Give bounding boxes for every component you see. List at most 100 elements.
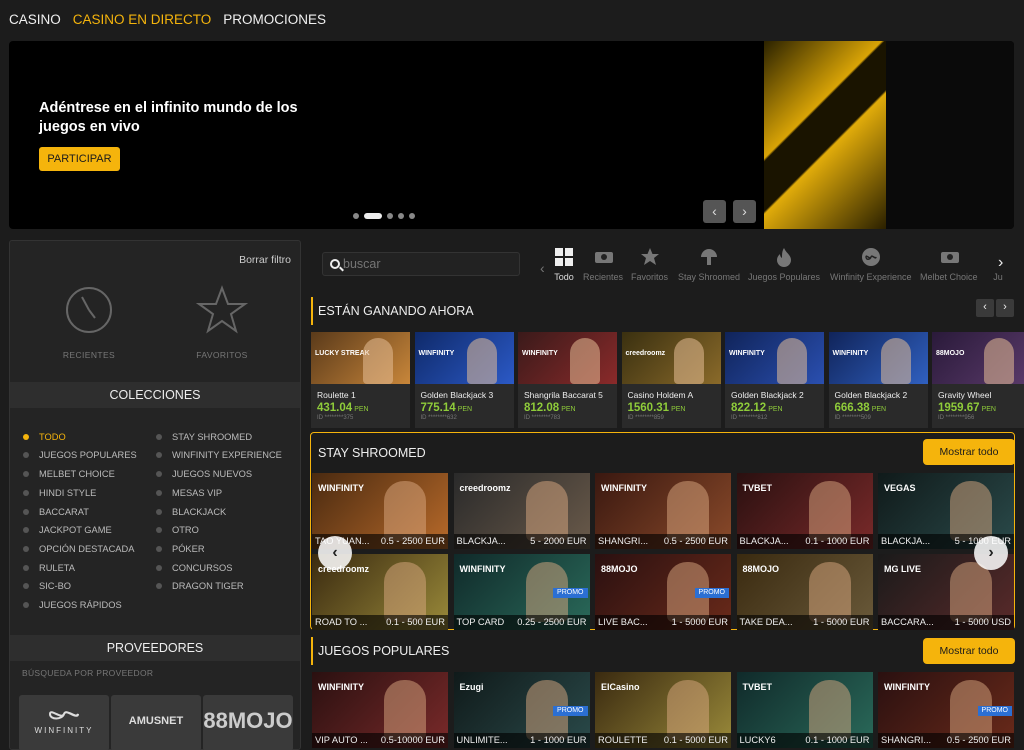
winner-card[interactable]: WINFINITY Golden Blackjack 2 666.38 PEN ID *… bbox=[828, 332, 928, 428]
collection-item[interactable]: STAY SHROOMED bbox=[156, 430, 282, 444]
tab-melbet-choice[interactable]: Melbet Choice bbox=[920, 246, 978, 282]
winner-card[interactable]: WINFINITY Golden Blackjack 2 822.12 PEN ID *… bbox=[725, 332, 824, 428]
game-card[interactable]: WINFINITY VIP AUTO ... 0.5-10000 EUR bbox=[312, 672, 448, 748]
game-card[interactable]: TVBET LUCKY6 0.1 - 1000 EUR bbox=[736, 672, 873, 748]
promo-badge: PROMO bbox=[977, 706, 1012, 716]
game-bet-range: 0.25 - 2500 EUR bbox=[517, 617, 587, 627]
winners-next-button[interactable]: › bbox=[996, 299, 1014, 317]
carousel-dot[interactable] bbox=[409, 213, 415, 219]
stay-show-all-button[interactable]: Mostrar todo bbox=[923, 439, 1015, 465]
star-icon bbox=[640, 247, 660, 267]
winner-card[interactable]: creedroomz Casino Holdem A 1560.31 PEN ID **… bbox=[621, 332, 721, 428]
search-input[interactable] bbox=[343, 256, 513, 272]
carousel-dot[interactable] bbox=[398, 213, 404, 219]
game-label: UNLIMITE... 1 - 1000 EUR bbox=[453, 733, 590, 748]
collections-list-right: STAY SHROOMED WINFINITY EXPERIENCE JUEGO… bbox=[156, 430, 282, 593]
tab-recent[interactable]: Recientes bbox=[583, 246, 623, 282]
dealer-image bbox=[808, 680, 851, 740]
game-name: BACCARA... bbox=[881, 617, 934, 627]
stay-prev-button[interactable]: ‹ bbox=[318, 536, 352, 570]
tab-stay-shroomed[interactable]: Stay Shroomed bbox=[678, 246, 740, 282]
collection-item[interactable]: JACKPOT GAME bbox=[23, 523, 137, 537]
game-card[interactable]: TVBET BLACKJA... 0.1 - 1000 EUR bbox=[736, 473, 873, 549]
game-card[interactable]: WINFINITY PROMO SHANGRI... 0.5 - 2500 EUR bbox=[878, 672, 1014, 748]
dealer-image bbox=[384, 481, 426, 541]
collection-item[interactable]: BACCARAT bbox=[23, 505, 137, 519]
nav-live-casino[interactable]: CASINO EN DIRECTO bbox=[73, 12, 212, 27]
winner-card[interactable]: WINFINITY Shangrila Baccarat 5 812.08 PEN ID… bbox=[518, 332, 617, 428]
promo-badge: PROMO bbox=[694, 588, 729, 598]
game-card[interactable]: Ezugi PROMO UNLIMITE... 1 - 1000 EUR bbox=[453, 672, 590, 748]
provider-amusnet[interactable]: AMUSNET bbox=[111, 695, 201, 750]
collection-item[interactable]: MESAS VIP bbox=[156, 486, 282, 500]
winner-thumbnail: WINFINITY bbox=[518, 332, 617, 384]
collection-item[interactable]: JUEGOS POPULARES bbox=[23, 449, 137, 463]
collection-item[interactable]: SIC-BO bbox=[23, 580, 137, 594]
collection-item[interactable]: DRAGON TIGER bbox=[156, 580, 282, 594]
provider-logo: creedroomz bbox=[459, 483, 511, 493]
carousel-dot[interactable] bbox=[387, 213, 393, 219]
hero-prev-button[interactable]: ‹ bbox=[703, 200, 726, 223]
game-bet-range: 0.5-10000 EUR bbox=[380, 735, 445, 745]
dealer-image bbox=[667, 680, 709, 740]
tab-popular[interactable]: Juegos Populares bbox=[748, 246, 820, 282]
collection-item[interactable]: RULETA bbox=[23, 561, 137, 575]
tab-all[interactable]: Todo bbox=[554, 246, 574, 282]
hero-next-button[interactable]: › bbox=[733, 200, 756, 223]
collection-item[interactable]: CONCURSOS bbox=[156, 561, 282, 575]
winner-amount: 666.38 PEN bbox=[834, 402, 887, 414]
game-card[interactable]: 88MOJO TAKE DEA... 1 - 5000 EUR bbox=[736, 554, 873, 630]
collection-item[interactable]: JUEGOS RÁPIDOS bbox=[23, 598, 137, 612]
collection-item[interactable]: MELBET CHOICE bbox=[23, 467, 137, 481]
stay-next-button[interactable]: › bbox=[974, 536, 1008, 570]
provider-logo: WINFINITY bbox=[601, 483, 647, 493]
provider-search[interactable]: BÚSQUEDA POR PROVEEDOR bbox=[22, 668, 153, 678]
carousel-dot[interactable] bbox=[364, 213, 382, 219]
collection-item[interactable]: WINFINITY EXPERIENCE bbox=[156, 449, 282, 463]
winner-card[interactable]: 88MOJO Gravity Wheel 1959.67 PEN ID ********… bbox=[932, 332, 1024, 428]
tab-favorites[interactable]: Favoritos bbox=[631, 246, 668, 282]
winner-card[interactable]: WINFINITY Golden Blackjack 3 775.14 PEN ID *… bbox=[414, 332, 514, 428]
categories-next-arrow[interactable]: › bbox=[998, 254, 1003, 272]
casino-chip-icon bbox=[939, 247, 959, 267]
winner-thumbnail: WINFINITY bbox=[828, 332, 928, 384]
carousel-dot[interactable] bbox=[353, 213, 359, 219]
winner-thumbnail: 88MOJO bbox=[932, 332, 1024, 384]
provider-logo: TVBET bbox=[742, 483, 773, 493]
winner-brand: LUCKY STREAK bbox=[315, 350, 370, 357]
winners-title: ESTÁN GANANDO AHORA bbox=[318, 304, 474, 318]
clear-filter-link[interactable]: Borrar filtro bbox=[239, 254, 291, 266]
categories-prev-arrow[interactable]: ‹ bbox=[540, 260, 545, 276]
tab-winfinity[interactable]: Winfinity Experience bbox=[830, 246, 912, 282]
game-card[interactable]: 88MOJO PROMO LIVE BAC... 1 - 5000 EUR bbox=[595, 554, 731, 630]
provider-logo: 88MOJO bbox=[601, 564, 638, 574]
favorites-filter[interactable]: FAVORITOS bbox=[172, 285, 272, 360]
popular-show-all-button[interactable]: Mostrar todo bbox=[923, 638, 1015, 664]
winner-amount: 822.12 PEN bbox=[731, 402, 783, 414]
nav-promotions[interactable]: PROMOCIONES bbox=[223, 12, 326, 27]
collection-item[interactable]: BLACKJACK bbox=[156, 505, 282, 519]
game-label: TAKE DEA... 1 - 5000 EUR bbox=[736, 615, 873, 630]
game-card[interactable]: WINFINITY SHANGRI... 0.5 - 2500 EUR bbox=[595, 473, 731, 549]
collection-item[interactable]: HINDI STYLE bbox=[23, 486, 137, 500]
collection-item[interactable]: PÓKER bbox=[156, 542, 282, 556]
provider-88mojo[interactable]: 88MOJO bbox=[203, 695, 293, 750]
winner-thumbnail: creedroomz bbox=[621, 332, 721, 384]
winners-prev-button[interactable]: ‹ bbox=[976, 299, 994, 317]
collection-item[interactable]: JUEGOS NUEVOS bbox=[156, 467, 282, 481]
game-label: ROAD TO ... 0.1 - 500 EUR bbox=[312, 615, 448, 630]
provider-winfinity[interactable]: WINFINITY bbox=[19, 695, 109, 750]
winner-card[interactable]: LUCKY STREAK Roulette 1 431.04 PEN ID ******… bbox=[311, 332, 410, 428]
nav-casino[interactable]: CASINO bbox=[9, 12, 61, 27]
game-card[interactable]: creedroomz BLACKJA... 5 - 2000 EUR bbox=[453, 473, 590, 549]
collection-item[interactable]: OPCIÓN DESTACADA bbox=[23, 542, 137, 556]
dealer-image bbox=[808, 481, 851, 541]
game-card[interactable]: WINFINITY PROMO TOP CARD 0.25 - 2500 EUR bbox=[453, 554, 590, 630]
collection-item[interactable]: TODO bbox=[23, 430, 137, 444]
recent-filter[interactable]: RECIENTES bbox=[39, 285, 139, 360]
game-card[interactable]: ElCasino ROULETTE 0.1 - 5000 EUR bbox=[595, 672, 731, 748]
collection-item[interactable]: OTRO bbox=[156, 523, 282, 537]
participate-button[interactable]: PARTICIPAR bbox=[39, 147, 120, 171]
game-search[interactable] bbox=[322, 252, 520, 276]
game-name: BLACKJA... bbox=[456, 536, 506, 546]
